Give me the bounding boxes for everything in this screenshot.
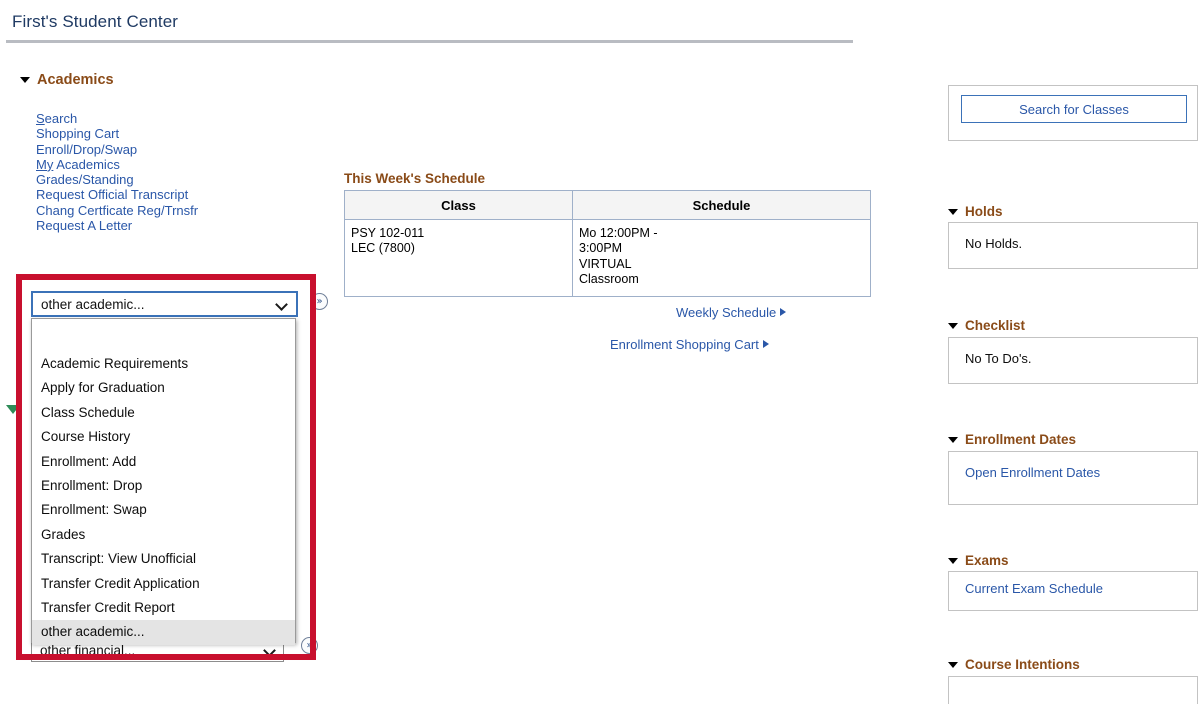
holds-heading-label: Holds: [965, 204, 1003, 219]
academics-link-chang-certficate[interactable]: Chang Certficate Reg/Trnsfr: [36, 203, 198, 218]
academic-dropdown-options[interactable]: Academic Requirements Apply for Graduati…: [31, 318, 296, 645]
enrollment-dates-heading-label: Enrollment Dates: [965, 432, 1077, 447]
enrollment-dates-section-header[interactable]: Enrollment Dates: [948, 432, 1076, 447]
academics-link-enroll-drop-swap[interactable]: Enroll/Drop/Swap: [36, 142, 198, 157]
column-header-class: Class: [344, 190, 573, 220]
enrollment-shopping-cart-link[interactable]: Enrollment Shopping Cart: [610, 337, 769, 352]
academics-link-my-academics[interactable]: My Academics: [36, 157, 198, 172]
dropdown-option-enrollment-swap[interactable]: Enrollment: Swap: [32, 498, 295, 522]
course-intentions-panel: [948, 676, 1198, 704]
dropdown-option-grades[interactable]: Grades: [32, 523, 295, 547]
table-row: PSY 102-011 LEC (7800) Mo 12:00PM - 3:00…: [344, 219, 871, 297]
weekly-schedule-label: Weekly Schedule: [676, 305, 777, 320]
triangle-down-icon: [20, 77, 30, 83]
triangle-down-icon: [948, 557, 958, 564]
weekly-schedule-table: Class Schedule PSY 102-011 LEC (7800) Mo…: [344, 190, 871, 297]
arrow-right-icon: [780, 308, 787, 316]
arrow-right-icon: [762, 340, 769, 348]
triangle-down-icon: [948, 436, 958, 443]
chevron-down-icon: [276, 299, 287, 310]
schedule-line-1: Mo 12:00PM -: [579, 226, 658, 240]
page-title: First's Student Center: [12, 12, 179, 31]
dropdown-option-other-academic[interactable]: other academic...: [32, 620, 295, 645]
checklist-section-header[interactable]: Checklist: [948, 318, 1025, 333]
dropdown-option-academic-requirements[interactable]: Academic Requirements: [32, 352, 295, 376]
search-for-classes-button[interactable]: Search for Classes: [961, 95, 1187, 123]
academics-link-shopping-cart[interactable]: Shopping Cart: [36, 126, 198, 141]
checklist-status-text: No To Do's.: [965, 351, 1032, 366]
exams-heading-label: Exams: [965, 553, 1009, 568]
open-enrollment-dates-link[interactable]: Open Enrollment Dates: [949, 452, 1197, 480]
academics-section-header[interactable]: Academics: [20, 72, 114, 88]
academic-dropdown[interactable]: other academic...: [31, 291, 298, 317]
current-exam-schedule-link[interactable]: Current Exam Schedule: [949, 572, 1197, 596]
search-classes-panel: Search for Classes: [948, 85, 1198, 141]
go-financial-button[interactable]: »: [301, 637, 318, 654]
checklist-heading-label: Checklist: [965, 318, 1026, 333]
class-section: LEC (7800): [351, 241, 415, 256]
triangle-down-icon: [948, 661, 958, 668]
cell-class: PSY 102-011 LEC (7800): [344, 219, 573, 297]
academic-dropdown-value: other academic...: [41, 296, 145, 312]
weekly-schedule-link[interactable]: Weekly Schedule: [676, 305, 787, 320]
dropdown-option-enrollment-drop[interactable]: Enrollment: Drop: [32, 474, 295, 498]
exams-section-header[interactable]: Exams: [948, 553, 1009, 568]
right-sidebar: Search for Classes Holds No Holds. Check…: [944, 0, 1200, 704]
dropdown-option-transcript-view-unofficial[interactable]: Transcript: View Unofficial: [32, 547, 295, 571]
academics-link-grades-standing[interactable]: Grades/Standing: [36, 172, 198, 187]
exams-panel: Current Exam Schedule: [948, 571, 1198, 611]
dropdown-option-transfer-credit-report[interactable]: Transfer Credit Report: [32, 596, 295, 620]
dropdown-option-blank[interactable]: [32, 325, 295, 352]
title-divider: [6, 40, 853, 43]
academics-link-search[interactable]: Search: [36, 111, 198, 126]
holds-panel: No Holds.: [948, 222, 1198, 269]
dropdown-option-apply-for-graduation[interactable]: Apply for Graduation: [32, 376, 295, 400]
class-code: PSY 102-011: [351, 226, 425, 240]
course-intentions-section-header[interactable]: Course Intentions: [948, 657, 1080, 672]
academics-link-request-official-transcript[interactable]: Request Official Transcript: [36, 187, 198, 202]
dropdown-option-course-history[interactable]: Course History: [32, 425, 295, 449]
dropdown-option-transfer-credit-application[interactable]: Transfer Credit Application: [32, 572, 295, 596]
enrollment-dates-panel: Open Enrollment Dates: [948, 451, 1198, 505]
academics-link-list: Search Shopping Cart Enroll/Drop/Swap My…: [36, 111, 198, 233]
triangle-down-icon: [948, 322, 958, 329]
dropdown-option-enrollment-add[interactable]: Enrollment: Add: [32, 450, 295, 474]
column-header-schedule: Schedule: [572, 190, 871, 220]
go-academic-button[interactable]: »: [311, 293, 328, 310]
holds-status-text: No Holds.: [965, 236, 1023, 251]
course-intentions-heading-label: Course Intentions: [965, 657, 1080, 672]
triangle-down-icon: [948, 208, 958, 215]
academics-header-label: Academics: [37, 72, 114, 88]
holds-section-header[interactable]: Holds: [948, 204, 1003, 219]
chevron-down-icon: [264, 645, 275, 656]
schedule-line-2: 3:00PM: [579, 241, 623, 256]
cell-schedule: Mo 12:00PM - 3:00PM VIRTUAL Classroom: [572, 219, 871, 297]
financial-dropdown-value: other financial...: [40, 642, 136, 658]
student-center-page: First's Student Center Academics Search …: [0, 0, 1200, 704]
schedule-line-4: Classroom: [579, 272, 639, 287]
schedule-section-title: This Week's Schedule: [344, 171, 486, 186]
collapse-panel-handle-icon[interactable]: [6, 405, 20, 414]
schedule-line-3: VIRTUAL: [579, 256, 632, 271]
checklist-panel: No To Do's.: [948, 337, 1198, 384]
table-header-row: Class Schedule: [344, 190, 871, 220]
dropdown-option-class-schedule[interactable]: Class Schedule: [32, 401, 295, 425]
academics-link-request-a-letter[interactable]: Request A Letter: [36, 218, 198, 233]
shopping-cart-label: Enrollment Shopping Cart: [610, 337, 759, 352]
